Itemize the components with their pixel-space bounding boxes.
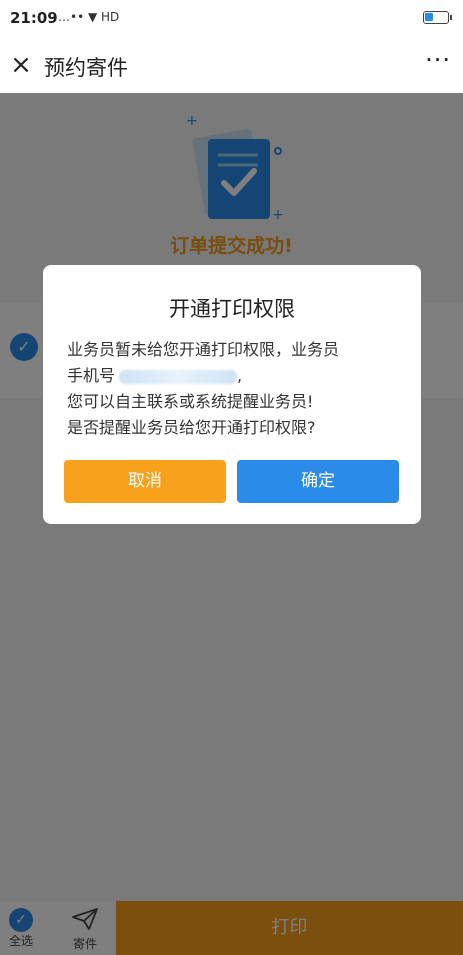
dialog-line: 业务员暂未给您开通打印权限，业务员 [67,340,340,359]
nav-bar: × 预约寄件 ··· [0,38,463,93]
confirm-button[interactable]: 确定 [237,460,399,503]
dialog-title: 开通打印权限 [169,297,295,321]
more-icon[interactable]: ··· [425,46,451,74]
cancel-button[interactable]: 取消 [64,460,226,503]
signal-wifi-icons: …•• ▼ HD [58,10,120,24]
dialog-message: 业务员暂未给您开通打印权限，业务员 手机号, 您可以自主联系或系统提醒业务员! … [67,337,407,441]
battery-icon [423,11,452,24]
page-title: 预约寄件 [44,56,128,80]
permission-dialog: 开通打印权限 业务员暂未给您开通打印权限，业务员 手机号, 您可以自主联系或系统… [43,265,421,524]
dialog-line-phone: 手机号, [67,363,407,389]
close-icon[interactable]: × [6,50,36,80]
dialog-line: 您可以自主联系或系统提醒业务员! [67,392,314,411]
dialog-line: 是否提醒业务员给您开通打印权限? [67,418,316,437]
status-bar: 21:09 …•• ▼ HD [0,0,463,38]
phone-prefix: 手机号 [67,366,116,385]
modal-overlay[interactable] [0,93,463,955]
battery-fill [425,13,433,21]
status-time: 21:09 [10,9,58,27]
phone-suffix: , [237,366,243,385]
redacted-phone-number [119,369,238,384]
